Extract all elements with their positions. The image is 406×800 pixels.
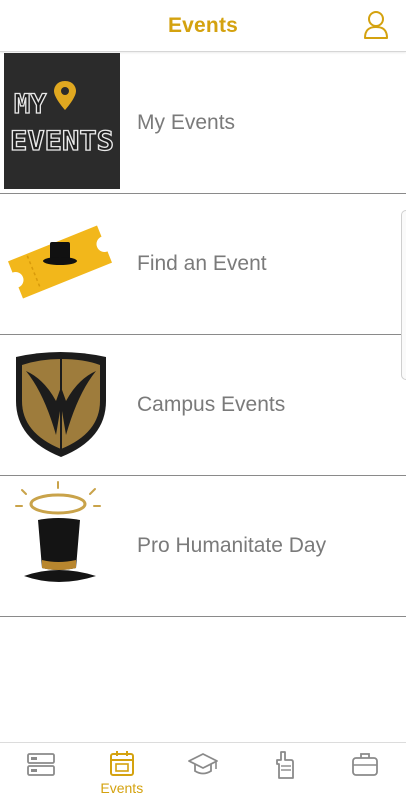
list-item-find-event[interactable]: Find an Event: [0, 194, 406, 335]
tab-academics[interactable]: [162, 743, 243, 800]
tab-careers[interactable]: [325, 743, 406, 800]
my-events-logo: MY EVENTS: [4, 53, 120, 189]
profile-button[interactable]: [360, 7, 392, 43]
events-list: MY EVENTS My Events Find an Event Campus…: [0, 53, 406, 617]
user-outline-icon: [364, 11, 388, 39]
list-item-label: Find an Event: [137, 252, 267, 275]
logo-text-my: MY: [14, 89, 47, 120]
calendar-icon: [109, 751, 134, 776]
bottom-tab-bar: Events: [0, 742, 406, 800]
ticket-icon: [4, 194, 120, 330]
page-title: Events: [167, 13, 239, 37]
list-item-my-events[interactable]: MY EVENTS My Events: [0, 53, 406, 194]
list-item-pro-humanitate-day[interactable]: Pro Humanitate Day: [0, 476, 406, 617]
tophat-halo-icon: [4, 476, 120, 612]
list-cards-icon: [26, 753, 55, 776]
tab-athletics[interactable]: [244, 743, 325, 800]
list-item-campus-events[interactable]: Campus Events: [0, 335, 406, 476]
top-bar: Events: [0, 0, 406, 52]
edge-scroll-handle[interactable]: [401, 210, 406, 380]
list-item-label: Campus Events: [137, 393, 286, 416]
tab-feed[interactable]: [0, 743, 81, 800]
graduation-cap-icon: [188, 753, 218, 775]
briefcase-icon: [352, 753, 379, 776]
logo-text-events: EVENTS: [10, 126, 114, 157]
shield-crest-icon: [4, 335, 120, 471]
foam-finger-icon: [276, 751, 295, 779]
list-item-label: Pro Humanitate Day: [137, 534, 327, 557]
tab-label-events: Events: [100, 780, 144, 796]
tab-events[interactable]: Events: [81, 743, 162, 800]
list-item-label: My Events: [137, 111, 236, 134]
